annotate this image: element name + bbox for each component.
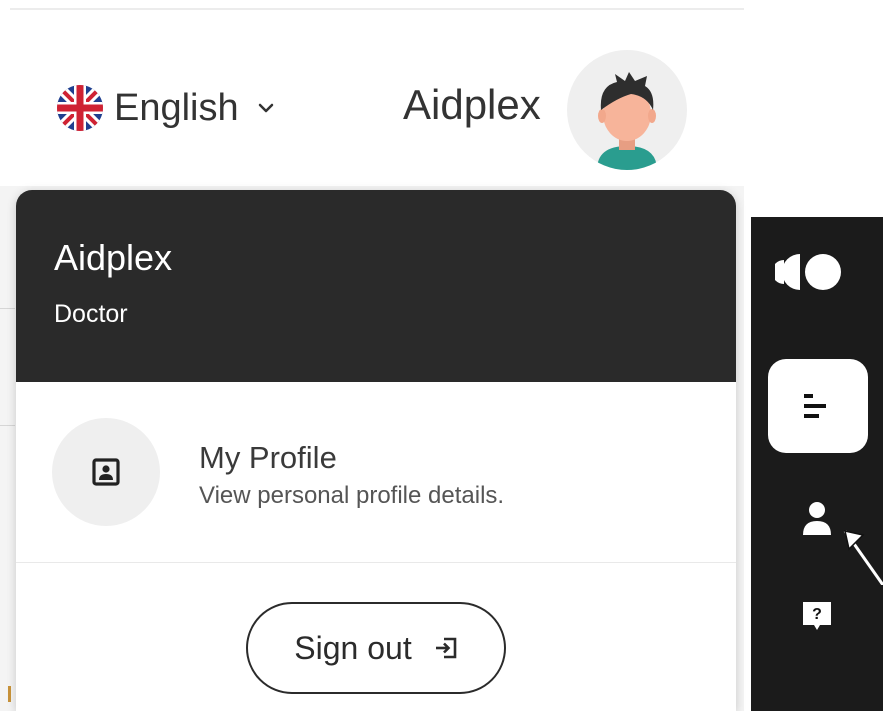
user-icon: [803, 502, 831, 535]
brand-logo-icon: [775, 254, 841, 290]
dark-sidebar: ?: [751, 217, 883, 711]
mouse-cursor-icon: [843, 530, 883, 585]
my-profile-subtitle: View personal profile details.: [199, 482, 505, 509]
my-profile-title: My Profile: [199, 440, 337, 475]
dropdown-user-role: Doctor: [54, 300, 128, 328]
svg-text:?: ?: [812, 606, 822, 623]
uk-flag-icon: [57, 85, 103, 131]
language-selector[interactable]: English: [56, 80, 275, 136]
avatar-illustration: [597, 72, 657, 170]
dropdown-user-name: Aidplex: [54, 237, 173, 278]
help-icon: ?: [803, 602, 831, 630]
menu-icon: [804, 394, 826, 418]
sign-out-icon: [435, 637, 457, 659]
sidebar-item-help[interactable]: ?: [801, 600, 833, 632]
chevron-down-icon: [258, 103, 273, 113]
dropdown-header: Aidplex Doctor: [16, 190, 736, 382]
sidebar-item-menu[interactable]: [768, 359, 868, 453]
top-header: English Aidplex: [0, 10, 744, 186]
sidebar-item-profile[interactable]: [801, 501, 833, 537]
sign-out-label: Sign out: [294, 630, 412, 666]
user-avatar[interactable]: [567, 50, 687, 170]
background-divider: [0, 308, 15, 309]
language-label: English: [114, 87, 239, 129]
my-profile-item[interactable]: My Profile View personal profile details…: [16, 382, 736, 563]
profile-icon-circle: [52, 418, 160, 526]
user-dropdown-menu: Aidplex Doctor My Profile View personal …: [16, 190, 736, 711]
background-marker: [8, 686, 11, 702]
sign-out-button[interactable]: Sign out: [246, 602, 506, 694]
header-user-name: Aidplex: [403, 81, 541, 128]
profile-badge-icon: [92, 458, 120, 486]
background-divider: [0, 425, 15, 426]
